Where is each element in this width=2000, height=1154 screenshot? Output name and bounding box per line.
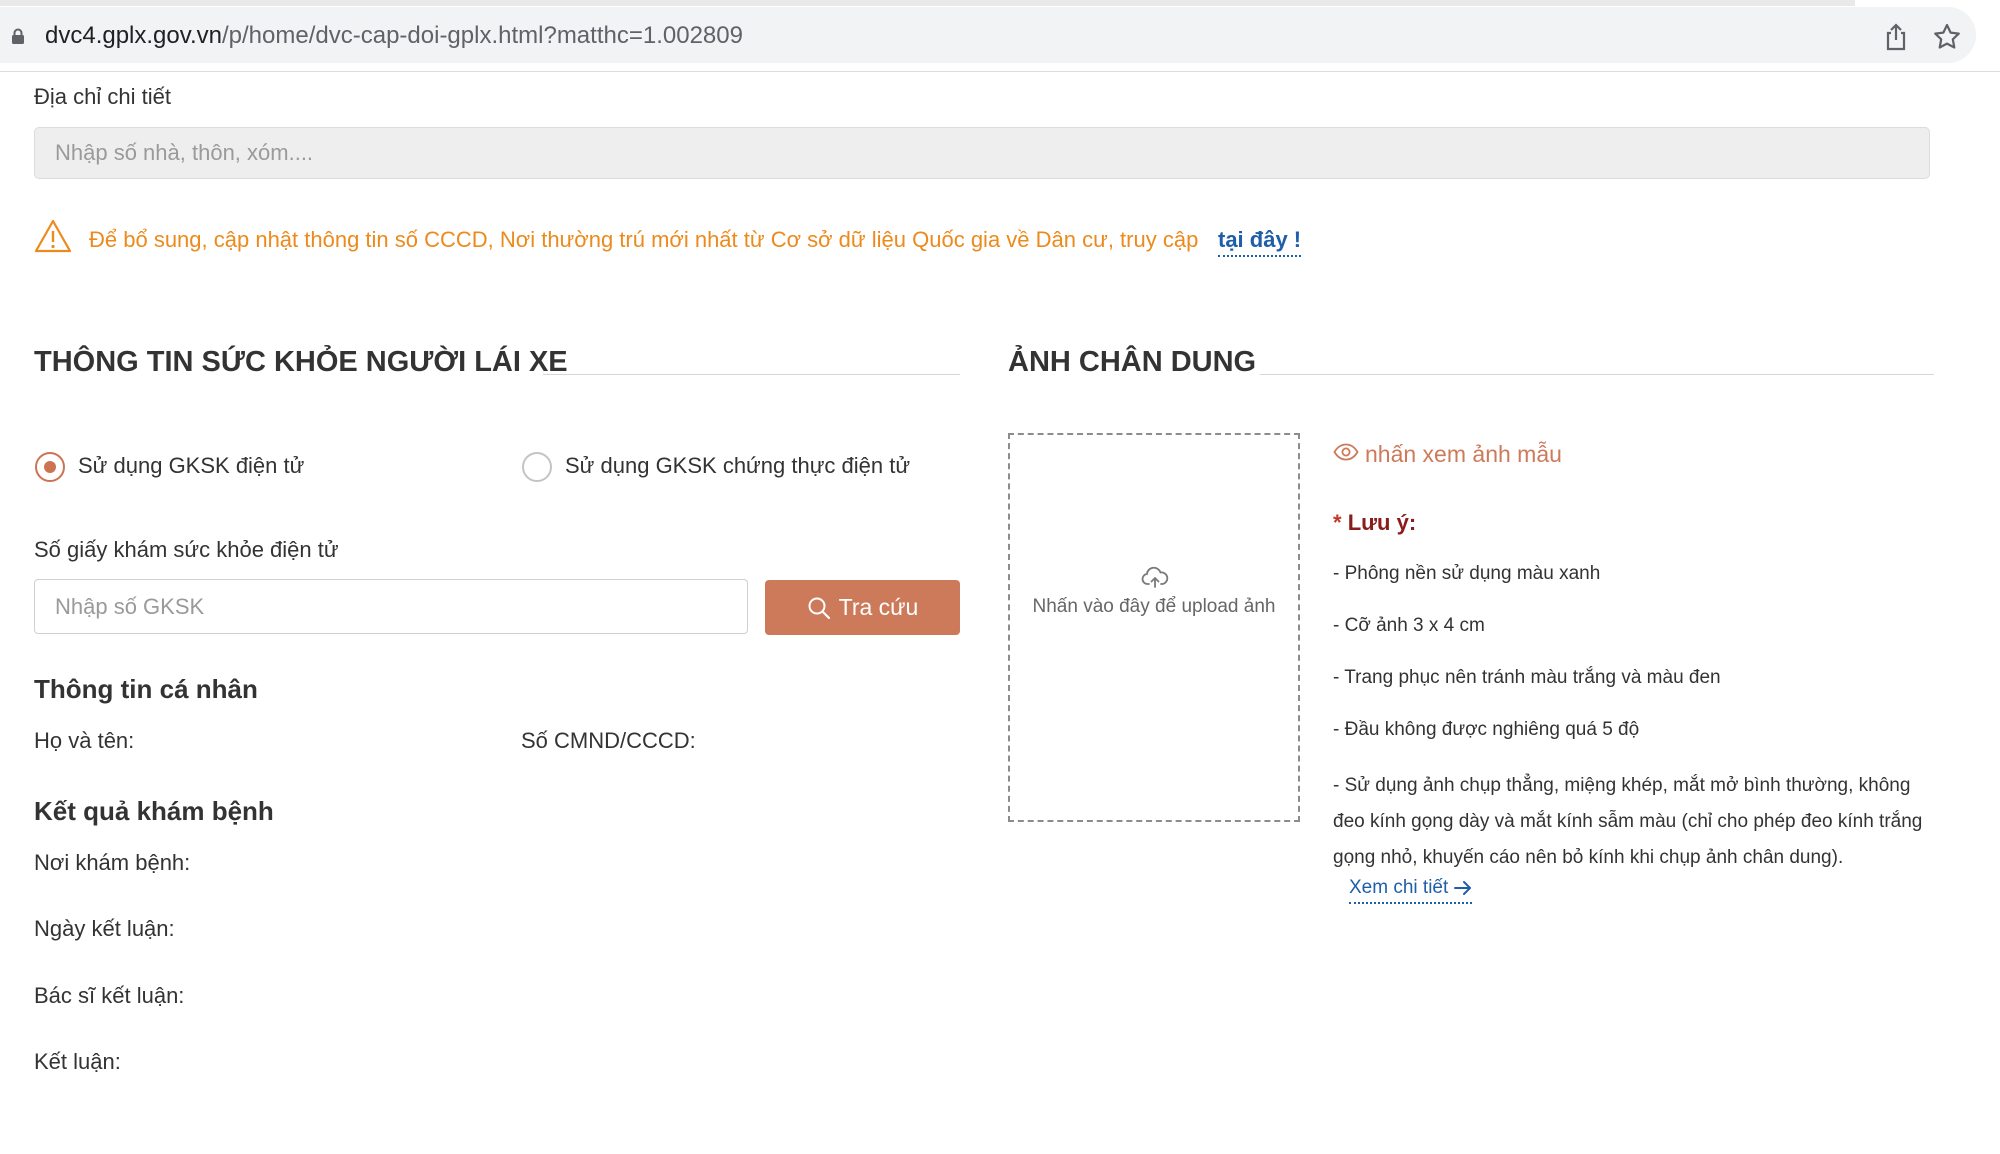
lock-icon[interactable] (11, 28, 25, 44)
address-detail-input[interactable] (34, 127, 1930, 179)
view-details-label: Xem chi tiết (1349, 877, 1449, 898)
arrow-right-icon (1454, 881, 1472, 895)
eye-icon[interactable] (1333, 443, 1359, 461)
address-detail-label: Địa chỉ chi tiết (34, 84, 171, 109)
search-icon (808, 597, 830, 619)
health-section-title: THÔNG TIN SỨC KHỎE NGƯỜI LÁI XE (34, 346, 568, 378)
share-icon[interactable] (1882, 22, 1910, 52)
note-item: - Cỡ ảnh 3 x 4 cm (1333, 615, 1485, 636)
photo-upload-area[interactable] (1008, 433, 1300, 822)
exam-results-heading: Kết quả khám bệnh (34, 796, 274, 826)
radio-certified-gksk-label[interactable]: Sử dụng GKSK chứng thực điện tử (565, 453, 910, 479)
conclusion-label: Kết luận: (34, 1049, 121, 1074)
star-icon[interactable] (1932, 22, 1962, 52)
section-divider (1260, 374, 1934, 375)
upload-hint[interactable]: Nhấn vào đây để upload ảnh (1008, 596, 1300, 618)
note-item: - Đầu không được nghiêng quá 5 độ (1333, 719, 1640, 740)
note-item: - Phông nền sử dụng màu xanh (1333, 563, 1601, 584)
radio-electronic-gksk-label[interactable]: Sử dụng GKSK điện tử (78, 453, 304, 479)
idcard-label: Số CMND/CCCD: (521, 728, 696, 753)
doctor-label: Bác sĩ kết luận: (34, 983, 185, 1008)
fullname-label: Họ và tên: (34, 728, 135, 753)
conclusion-date-label: Ngày kết luận: (34, 916, 175, 941)
note-title: * Lưu ý: (1333, 510, 1416, 536)
radio-certified-gksk[interactable] (522, 452, 552, 482)
gksk-number-input[interactable] (34, 579, 748, 634)
note-item: - Trang phục nên tránh màu trắng và màu … (1333, 667, 1721, 688)
url-path: /p/home/dvc-cap-doi-gplx.html?matthc=1.0… (222, 22, 743, 49)
warning-triangle-icon (34, 219, 72, 253)
lookup-button-label: Tra cứu (838, 594, 919, 620)
portrait-section-title: ẢNH CHÂN DUNG (1008, 346, 1257, 378)
view-details-link[interactable]: Xem chi tiết (1349, 877, 1473, 904)
gksk-number-label: Số giấy khám sức khỏe điện tử (34, 537, 339, 562)
section-divider (543, 374, 960, 375)
browser-tab-strip (0, 0, 1855, 6)
cccd-update-warning: Để bổ sung, cập nhật thông tin số CCCD, … (89, 227, 1199, 252)
personal-info-heading: Thông tin cá nhân (34, 674, 258, 704)
required-star: * (1333, 510, 1342, 535)
clinic-label: Nơi khám bệnh: (34, 850, 191, 875)
url-host: dvc4.gplx.gov.vn (45, 22, 222, 49)
lookup-button[interactable]: Tra cứu (765, 580, 960, 635)
note-item: - Sử dụng ảnh chụp thẳng, miệng khép, mắ… (1333, 775, 1923, 868)
view-sample-photo-link[interactable]: nhấn xem ảnh mẫu (1365, 441, 1562, 468)
cccd-update-link[interactable]: tại đây ! (1218, 227, 1302, 257)
cloud-upload-icon (1141, 566, 1169, 588)
url-text[interactable]: dvc4.gplx.gov.vn/p/home/dvc-cap-doi-gplx… (45, 20, 743, 52)
note-title-text: Lưu ý: (1347, 510, 1417, 535)
radio-electronic-gksk[interactable] (35, 452, 65, 482)
